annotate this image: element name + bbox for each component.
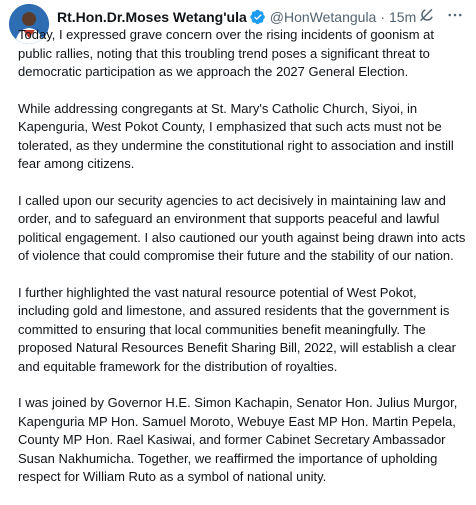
author-name[interactable]: Rt.Hon.Dr.Moses Wetang'ula <box>57 9 247 25</box>
verified-badge-icon <box>250 9 266 25</box>
separator-dot: · <box>380 9 386 25</box>
more-options-icon[interactable] <box>446 6 464 24</box>
tweet-paragraph: While addressing congregants at St. Mary… <box>18 100 454 172</box>
tweet-paragraph: Today, I expressed grave concern over th… <box>18 27 434 79</box>
tweet-paragraph: I called upon our security agencies to a… <box>18 192 466 264</box>
tweet-header: Rt.Hon.Dr.Moses Wetang'ula @HonWetangula… <box>57 8 464 26</box>
tweet[interactable]: Rt.Hon.Dr.Moses Wetang'ula @HonWetangula… <box>0 0 476 484</box>
tweet-actions-top <box>418 6 464 24</box>
tweet-paragraph: I further highlighted the vast natural r… <box>18 284 456 374</box>
grok-icon[interactable] <box>418 6 436 24</box>
author-handle[interactable]: @HonWetangula <box>270 9 377 25</box>
timestamp[interactable]: 15m <box>389 9 416 25</box>
tweet-text: Today, I expressed grave concern over th… <box>18 26 470 505</box>
tweet-paragraph: I was joined by Governor H.E. Simon Kach… <box>18 395 458 484</box>
